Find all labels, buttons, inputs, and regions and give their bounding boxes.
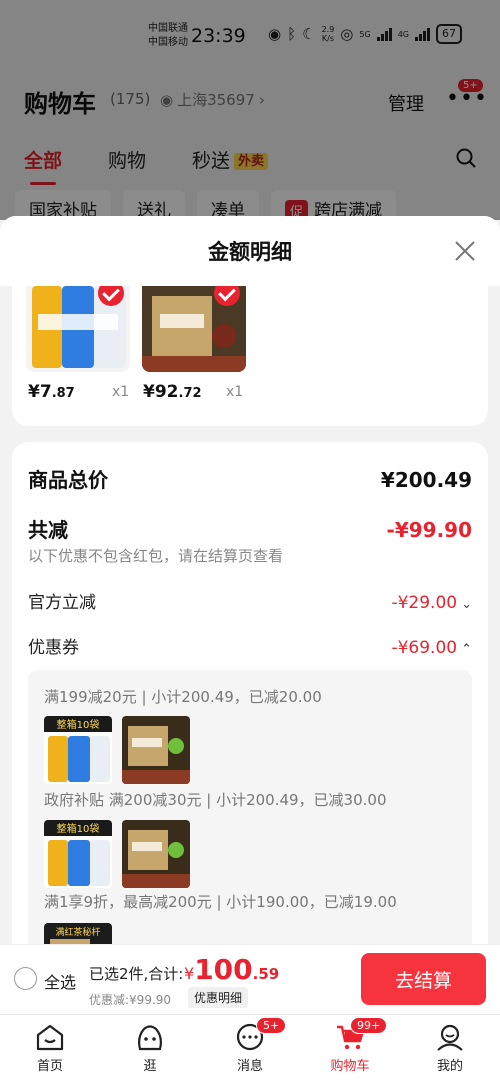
total-decimal: .59 — [252, 965, 280, 983]
home-icon — [36, 1024, 64, 1051]
official-discount-value-wrap: -¥29.00 ⌄ — [391, 593, 472, 613]
thumb-label: 整箱10袋 — [57, 822, 100, 835]
discount-detail-button[interactable]: 优惠明细 — [188, 987, 249, 1008]
total-integer: 100 — [194, 953, 253, 986]
item-qty-1: x1 — [112, 384, 130, 400]
coupon-rule-1: 满199减20元 | 小计200.49，已减20.00 — [44, 688, 322, 706]
tab-me-label: 我的 — [436, 1059, 463, 1074]
chevron-up-icon: ⌃ — [461, 642, 472, 657]
tab-me[interactable]: 我的 — [410, 1023, 490, 1074]
select-all-label[interactable]: 全选 — [44, 969, 76, 993]
tab-cart[interactable]: 购物车 99+ — [310, 1017, 390, 1074]
coupon-value: -¥69.00 — [391, 638, 458, 658]
select-all-radio[interactable] — [14, 967, 37, 990]
reduce-note: 以下优惠不包含红包，请在结算页查看 — [28, 547, 284, 565]
total-price-row: 商品总价 ¥200.49 — [28, 464, 472, 493]
coupon-thumb-tea — [122, 820, 190, 888]
thumb-label: 整箱10袋 — [57, 718, 100, 731]
total-amount: ¥100.59 — [184, 953, 279, 986]
coupon-thumb-detergent: 整箱10袋 — [44, 716, 112, 784]
sheet-title: 金额明细 — [208, 240, 292, 264]
official-discount-value: -¥29.00 — [391, 593, 458, 613]
total-reduce-row: 共减 -¥99.90 — [28, 514, 472, 543]
tab-home-label: 首页 — [36, 1059, 63, 1074]
tab-messages-label: 消息 — [236, 1059, 263, 1074]
coupon-thumb-tea — [122, 716, 190, 784]
item-price-2: ¥92.72 — [143, 382, 202, 402]
modal-overlay[interactable] — [0, 0, 500, 220]
total-reduce-value: -¥99.90 — [386, 518, 472, 542]
coupon-thumb-tea: 满红茶秘杆 — [44, 923, 112, 944]
coupon-label: 优惠券 — [28, 638, 79, 658]
chevron-down-icon: ⌄ — [461, 597, 472, 612]
messages-badge: 5+ — [256, 1017, 287, 1034]
profile-icon — [437, 1024, 463, 1051]
coupon-rule-3: 满1享9折，最高减200元 | 小计190.00，已减19.00 — [44, 893, 397, 911]
currency-symbol: ¥ — [184, 964, 195, 983]
official-discount-row[interactable]: 官方立减 -¥29.00 ⌄ — [28, 588, 472, 613]
total-reduce-label: 共减 — [28, 518, 68, 542]
total-price-label: 商品总价 — [28, 468, 108, 492]
coupon-row[interactable]: 优惠券 -¥69.00 ⌃ — [28, 633, 472, 658]
tab-browse[interactable]: 逛 — [110, 1023, 190, 1074]
total-price-value: ¥200.49 — [380, 468, 472, 492]
official-discount-label: 官方立减 — [28, 593, 96, 613]
checkout-bar: 全选 已选2件,合计: ¥100.59 优惠减:¥99.90 优惠明细 去结算 — [0, 944, 500, 1014]
product-image-2[interactable] — [142, 286, 246, 372]
coupon-rule-2: 政府补贴 满200减30元 | 小计200.49，已减30.00 — [44, 791, 387, 809]
selected-count: 已选2件,合计: — [89, 965, 184, 983]
discount-text: 优惠减:¥99.90 — [89, 993, 172, 1007]
sheet-header: 金额明细 — [0, 216, 500, 286]
cart-badge: 99+ — [350, 1017, 388, 1034]
price-summary-card: 商品总价 ¥200.49 共减 -¥99.90 以下优惠不包含红包，请在结算页查… — [12, 442, 488, 944]
product-image-1[interactable] — [26, 286, 130, 372]
coupon-thumb-detergent: 整箱10袋 — [44, 820, 112, 888]
bottom-tab-bar: 首页 逛 消息 5+ 购物车 99+ 我的 — [0, 1014, 500, 1083]
browse-icon — [138, 1025, 162, 1051]
tab-home[interactable]: 首页 — [10, 1023, 90, 1074]
selected-items-card: ¥7.87 x1 ¥92.72 x1 — [12, 286, 488, 426]
item-qty-2: x1 — [226, 384, 244, 400]
coupon-value-wrap: -¥69.00 ⌃ — [391, 638, 472, 658]
amount-detail-sheet: 金额明细 ¥7.87 x1 ¥92.72 x1 商品总价 ¥200.49 共减 … — [0, 216, 500, 944]
tab-browse-label: 逛 — [143, 1059, 157, 1074]
checkout-button[interactable]: 去结算 — [361, 953, 486, 1005]
close-icon[interactable] — [454, 240, 476, 262]
coupon-breakdown: 满199减20元 | 小计200.49，已减20.00 整箱10袋 政府补贴 满… — [28, 670, 472, 944]
thumb-label: 满红茶秘杆 — [55, 926, 100, 938]
tab-cart-label: 购物车 — [330, 1059, 370, 1074]
item-price-1: ¥7.87 — [28, 382, 75, 402]
tab-messages[interactable]: 消息 5+ — [210, 1017, 290, 1074]
